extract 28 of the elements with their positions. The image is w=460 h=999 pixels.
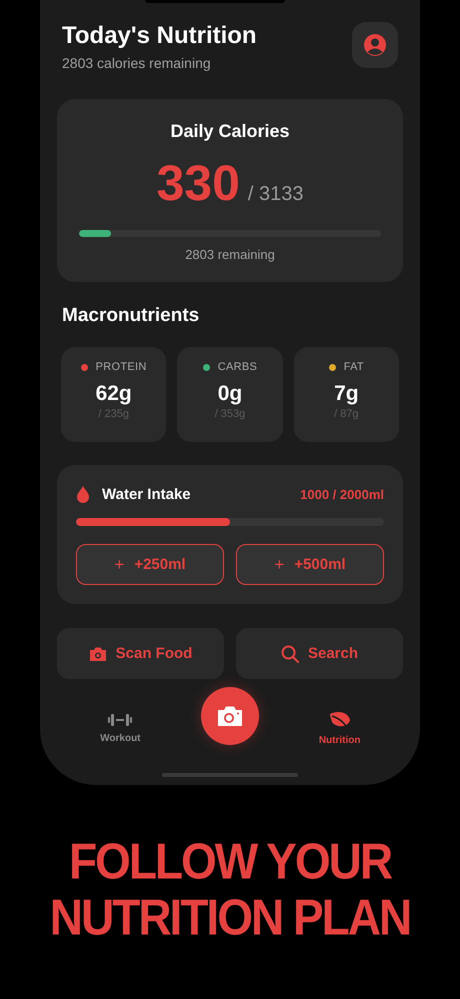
tab-item[interactable]: Nutrition (300, 685, 380, 746)
macro-name: CARBS (218, 361, 258, 373)
macro-name: FAT (344, 361, 364, 373)
scan-food-button[interactable]: Scan Food (57, 628, 224, 679)
search-icon (280, 644, 299, 662)
camera-icon (216, 704, 243, 726)
search-button[interactable]: Search (236, 628, 403, 679)
macro-amount: 62g (96, 382, 132, 406)
camera-icon (88, 646, 107, 662)
calories-consumed: 330 (156, 154, 240, 212)
card-title: Daily Calories (170, 121, 290, 142)
user-icon (363, 33, 387, 57)
macro-amount: 7g (334, 382, 359, 406)
macro-amount: 0g (218, 382, 242, 406)
dumbbell-icon (108, 712, 132, 728)
water-title: Water Intake (102, 486, 192, 502)
add-water-button[interactable]: + +500ml (236, 544, 384, 585)
calories-remaining: 2803 remaining (185, 247, 275, 262)
calories-goal: / 3133 (248, 183, 304, 206)
add-water-button[interactable]: + +250ml (76, 544, 224, 585)
profile-button[interactable] (352, 22, 398, 68)
page-subtitle: 2803 calories remaining (62, 55, 212, 71)
water-reading: 1000 / 2000ml (300, 486, 384, 502)
water-drop-icon (76, 485, 90, 503)
tab-item[interactable]: Workout (80, 687, 160, 744)
section-title: Macronutrients (62, 305, 200, 327)
macro-name: PROTEIN (96, 361, 147, 373)
page-title: Today's Nutrition (62, 22, 257, 50)
